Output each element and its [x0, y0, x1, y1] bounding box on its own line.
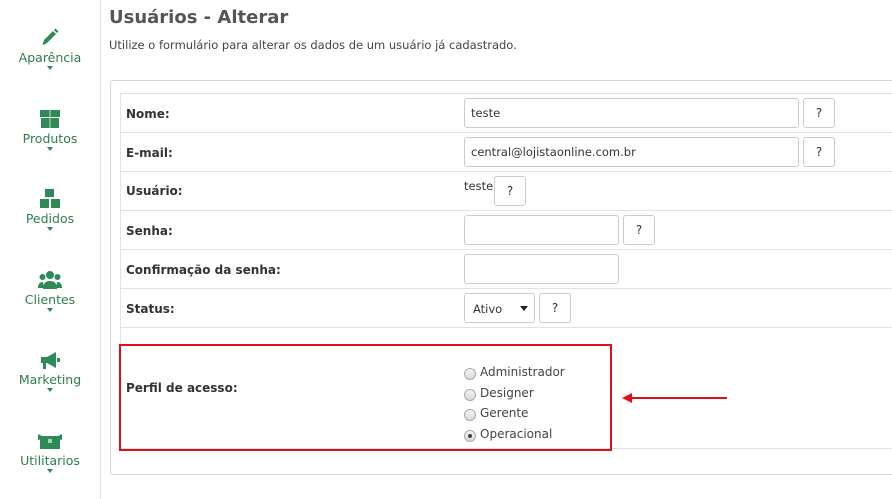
page-subtitle: Utilize o formulário para alterar os dad…	[109, 38, 517, 52]
sidebar-item-produtos[interactable]: Produtos	[0, 108, 100, 151]
usuario-label: Usuário:	[126, 184, 183, 198]
row-divider	[120, 171, 892, 172]
chevron-down-icon	[47, 469, 53, 473]
confirmacao-label: Confirmação da senha:	[126, 263, 281, 277]
sidebar-item-label: Utilitarios	[20, 453, 80, 468]
sidebar: Aparência Produtos Pedidos Clientes Mark…	[0, 0, 101, 499]
status-help-button[interactable]: ?	[539, 293, 571, 323]
pencil-icon	[42, 28, 59, 45]
email-label: E-mail:	[126, 146, 173, 160]
box-icon	[40, 110, 60, 128]
page-title: Usuários - Alterar	[109, 7, 289, 28]
password-confirm-field[interactable]	[464, 254, 619, 284]
chevron-down-icon	[520, 306, 528, 311]
sidebar-item-clientes[interactable]: Clientes	[0, 269, 100, 312]
status-selected-value: Ativo	[473, 302, 503, 316]
toolbox-icon	[38, 434, 62, 449]
chevron-down-icon	[47, 388, 53, 392]
sidebar-item-label: Marketing	[18, 372, 82, 387]
sidebar-item-label: Clientes	[24, 292, 76, 307]
annotation-arrow	[630, 397, 727, 399]
chevron-down-icon	[47, 227, 53, 231]
senha-help-button[interactable]: ?	[623, 215, 655, 245]
sidebar-item-aparencia[interactable]: Aparência	[0, 27, 100, 70]
row-divider	[120, 132, 892, 133]
chevron-down-icon	[47, 147, 53, 151]
nome-help-button[interactable]: ?	[803, 98, 835, 128]
chevron-down-icon	[47, 66, 53, 70]
nome-label: Nome:	[126, 107, 170, 121]
sidebar-item-label: Produtos	[22, 131, 78, 146]
row-divider	[120, 210, 892, 211]
sidebar-item-utilitarios[interactable]: Utilitarios	[0, 430, 100, 473]
chevron-down-icon	[47, 308, 53, 312]
boxes-icon	[40, 189, 60, 208]
email-help-button[interactable]: ?	[803, 137, 835, 167]
sidebar-item-label: Aparência	[18, 50, 82, 65]
row-divider	[120, 249, 892, 250]
status-label: Status:	[126, 302, 175, 316]
row-divider	[120, 288, 892, 289]
usuario-help-button[interactable]: ?	[494, 176, 526, 206]
highlight-box	[119, 344, 612, 451]
users-icon	[38, 271, 62, 289]
password-field[interactable]	[464, 215, 619, 245]
usuario-value: teste	[464, 179, 494, 193]
sidebar-item-label: Pedidos	[25, 211, 75, 226]
nome-field[interactable]	[464, 98, 799, 128]
status-select[interactable]: Ativo	[464, 293, 535, 323]
megaphone-icon	[41, 352, 60, 369]
row-divider	[120, 327, 892, 328]
sidebar-item-pedidos[interactable]: Pedidos	[0, 188, 100, 231]
senha-label: Senha:	[126, 224, 173, 238]
sidebar-item-marketing[interactable]: Marketing	[0, 349, 100, 392]
email-field[interactable]	[464, 137, 799, 167]
